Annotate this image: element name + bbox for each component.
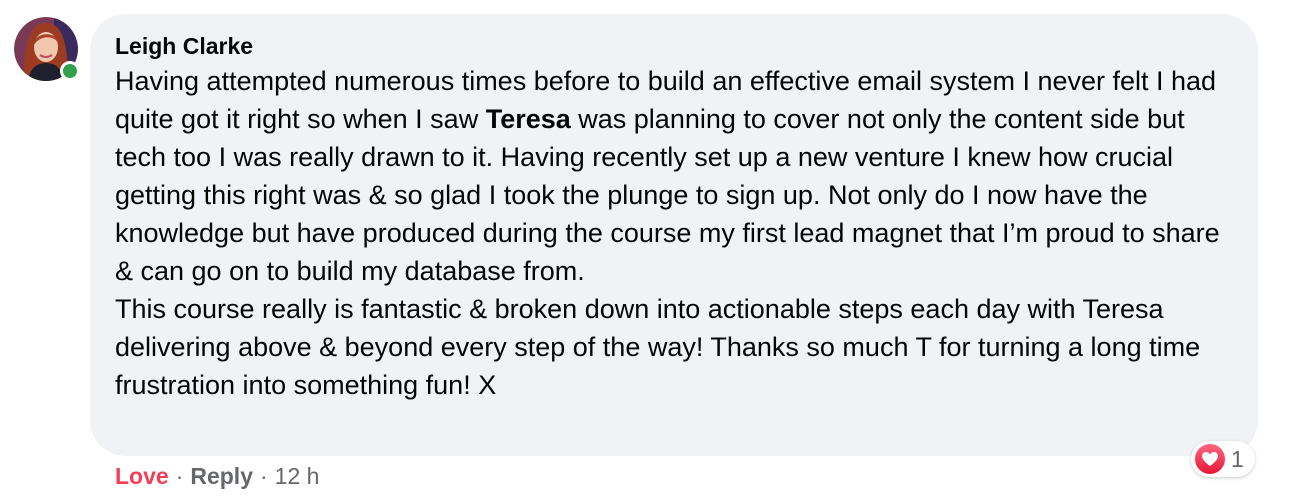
comment-paragraph-2: This course really is fantastic & broken…: [115, 294, 1201, 400]
separator: ·: [175, 463, 184, 489]
heart-love-icon: [1195, 444, 1225, 474]
comment-actions: Love · Reply · 12 h: [115, 462, 319, 490]
avatar-wrap[interactable]: [14, 17, 80, 81]
comment-paragraph-1: Having attempted numerous times before t…: [115, 62, 1234, 290]
comment-author[interactable]: Leigh Clarke: [115, 30, 1234, 62]
online-status-dot: [60, 61, 80, 81]
love-button[interactable]: Love: [115, 462, 169, 490]
mention-teresa[interactable]: Teresa: [486, 104, 571, 134]
reaction-count: 1: [1231, 445, 1244, 472]
timestamp[interactable]: 12 h: [275, 462, 320, 490]
reply-button[interactable]: Reply: [190, 462, 253, 490]
comment-bubble: Leigh Clarke Having attempted numerous t…: [90, 14, 1258, 456]
reaction-summary[interactable]: 1: [1191, 441, 1255, 477]
comment: Leigh Clarke Having attempted numerous t…: [0, 0, 1290, 496]
separator: ·: [260, 463, 268, 489]
